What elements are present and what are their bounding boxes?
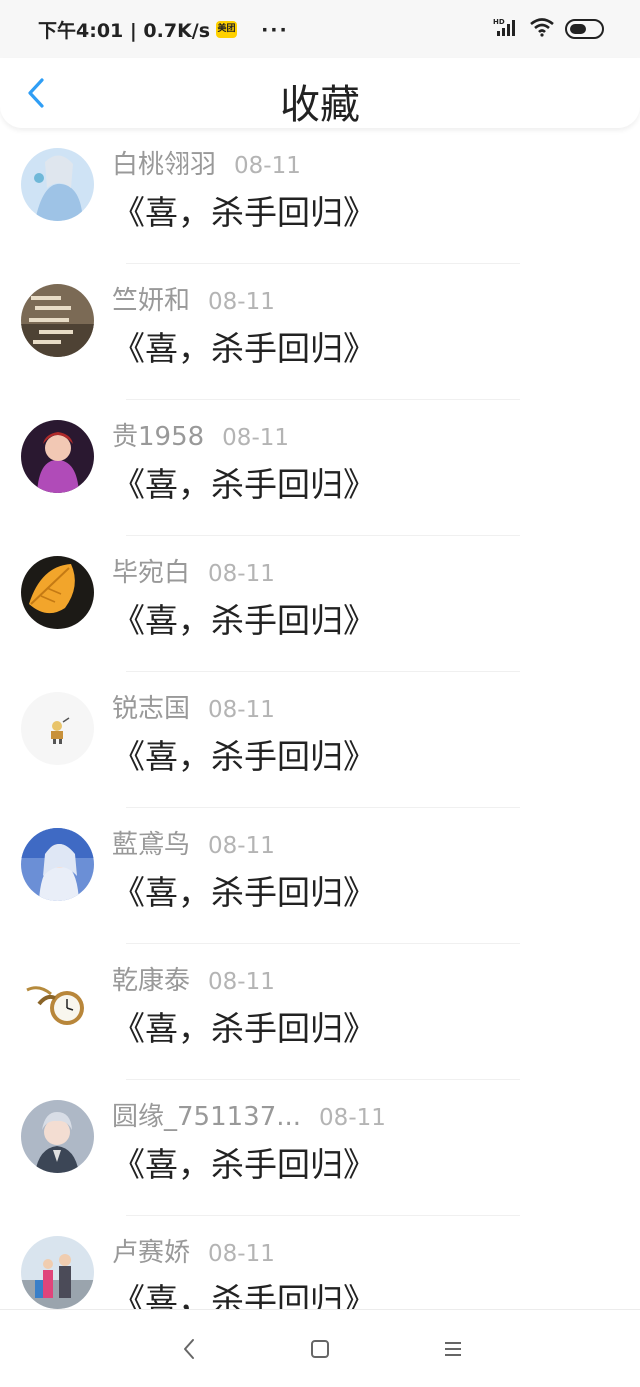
item-date: 08-11 <box>319 1105 386 1131</box>
favorites-list[interactable]: 白桃翎羽 08-11 《喜，杀手回归》 竺妍和 08-11 《喜，杀手回归》 贵… <box>0 128 640 1309</box>
item-date: 08-11 <box>208 969 275 995</box>
user-name[interactable]: 贵1958 <box>112 416 204 453</box>
menu-lines-icon <box>445 1342 461 1356</box>
user-name[interactable]: 白桃翎羽 <box>112 144 216 181</box>
avatar[interactable] <box>21 420 94 493</box>
item-title[interactable]: 《喜，杀手回归》 <box>112 1274 376 1309</box>
list-item[interactable]: 藍鳶鸟 08-11 《喜，杀手回归》 <box>0 808 640 944</box>
nav-home-button[interactable] <box>307 1336 333 1362</box>
more-notifications-icon: ··· <box>261 18 289 41</box>
list-item[interactable]: 竺妍和 08-11 《喜，杀手回归》 <box>0 264 640 400</box>
avatar[interactable] <box>21 1100 94 1173</box>
system-nav-bar <box>0 1309 640 1387</box>
item-meta: 毕宛白 08-11 <box>112 552 275 589</box>
svg-text:HD: HD <box>493 18 505 26</box>
item-meta: 藍鳶鸟 08-11 <box>112 824 275 861</box>
user-name[interactable]: 乾康泰 <box>112 960 190 997</box>
item-meta: 锐志国 08-11 <box>112 688 275 725</box>
battery-icon <box>565 19 604 39</box>
item-date: 08-11 <box>208 697 275 723</box>
user-name[interactable]: 毕宛白 <box>112 552 190 589</box>
list-item[interactable]: 毕宛白 08-11 《喜，杀手回归》 <box>0 536 640 672</box>
item-meta: 乾康泰 08-11 <box>112 960 275 997</box>
avatar[interactable] <box>21 1236 94 1309</box>
item-title[interactable]: 《喜，杀手回归》 <box>112 1138 376 1186</box>
item-date: 08-11 <box>208 561 275 587</box>
item-title[interactable]: 《喜，杀手回归》 <box>112 322 376 370</box>
user-name[interactable]: 卢赛娇 <box>112 1232 190 1269</box>
status-time: 下午4:01 | 0.7K/s <box>38 20 211 42</box>
item-date: 08-11 <box>208 1241 275 1267</box>
item-date: 08-11 <box>208 833 275 859</box>
status-right: HD <box>493 17 604 41</box>
wifi-icon <box>529 17 555 41</box>
signal-icon: HD <box>493 17 519 41</box>
home-square-icon <box>311 1340 329 1358</box>
item-title[interactable]: 《喜，杀手回归》 <box>112 458 376 506</box>
status-bar: 下午4:01 | 0.7K/s 美团 ··· HD <box>0 0 640 58</box>
item-date: 08-11 <box>222 425 290 451</box>
back-triangle-icon <box>184 1339 194 1359</box>
nav-back-button[interactable] <box>176 1336 202 1362</box>
list-item[interactable]: 乾康泰 08-11 《喜，杀手回归》 <box>0 944 640 1080</box>
user-name[interactable]: 竺妍和 <box>112 280 190 317</box>
avatar[interactable] <box>21 148 94 221</box>
item-title[interactable]: 《喜，杀手回归》 <box>112 730 376 778</box>
item-title[interactable]: 《喜，杀手回归》 <box>112 866 376 914</box>
page-title: 收藏 <box>280 82 360 128</box>
avatar[interactable] <box>21 964 94 1037</box>
list-item[interactable]: 白桃翎羽 08-11 《喜，杀手回归》 <box>0 128 640 264</box>
item-meta: 圆缘_751137... 08-11 <box>112 1096 386 1133</box>
avatar[interactable] <box>21 284 94 357</box>
user-name[interactable]: 锐志国 <box>112 688 190 725</box>
item-meta: 竺妍和 08-11 <box>112 280 275 317</box>
user-name[interactable]: 藍鳶鸟 <box>112 824 190 861</box>
avatar[interactable] <box>21 692 94 765</box>
item-title[interactable]: 《喜，杀手回归》 <box>112 1002 376 1050</box>
item-meta: 贵1958 08-11 <box>112 416 289 453</box>
item-date: 08-11 <box>234 153 301 179</box>
avatar[interactable] <box>21 828 94 901</box>
battery-level <box>570 24 586 34</box>
header: 收藏 <box>0 58 640 128</box>
item-meta: 卢赛娇 08-11 <box>112 1232 275 1269</box>
status-left: 下午4:01 | 0.7K/s 美团 ··· <box>38 16 289 43</box>
list-item[interactable]: 贵1958 08-11 《喜，杀手回归》 <box>0 400 640 536</box>
item-title[interactable]: 《喜，杀手回归》 <box>112 594 376 642</box>
meituan-app-icon: 美团 <box>216 21 238 38</box>
avatar[interactable] <box>21 556 94 629</box>
list-item[interactable]: 卢赛娇 08-11 《喜，杀手回归》 <box>0 1216 640 1309</box>
item-date: 08-11 <box>208 289 275 315</box>
user-name[interactable]: 圆缘_751137... <box>112 1096 301 1133</box>
item-meta: 白桃翎羽 08-11 <box>112 144 301 181</box>
nav-menu-button[interactable] <box>440 1336 466 1362</box>
item-title[interactable]: 《喜，杀手回归》 <box>112 186 376 234</box>
list-item[interactable]: 圆缘_751137... 08-11 《喜，杀手回归》 <box>0 1080 640 1216</box>
list-item[interactable]: 锐志国 08-11 《喜，杀手回归》 <box>0 672 640 808</box>
